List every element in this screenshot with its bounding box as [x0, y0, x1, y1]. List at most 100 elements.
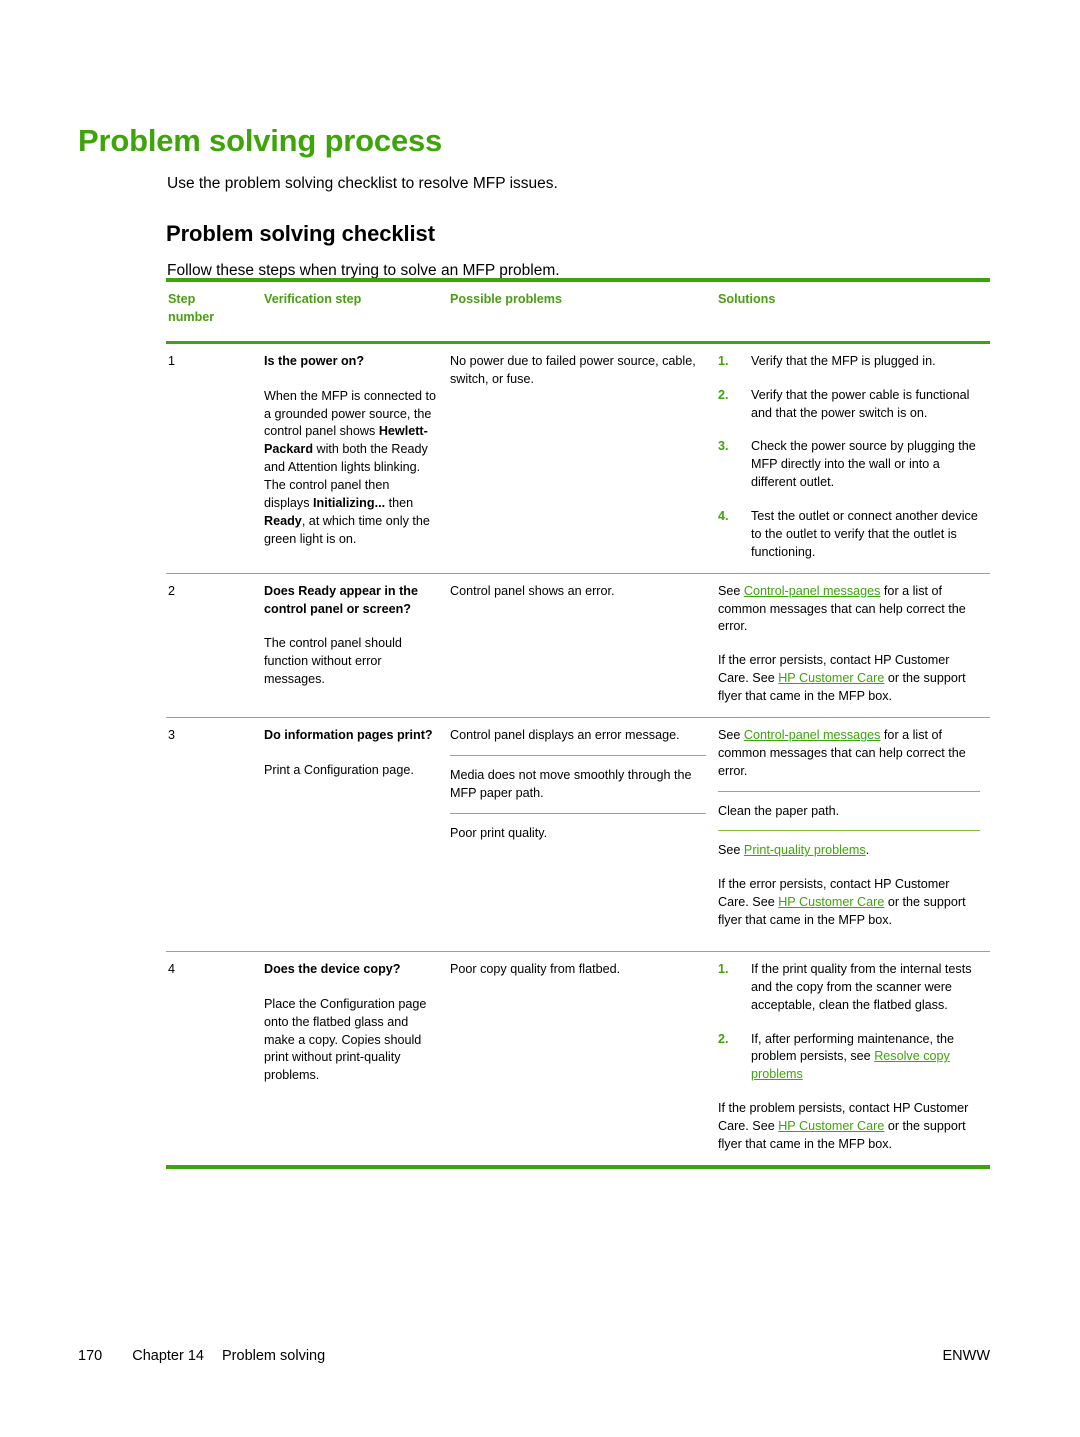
verification-question: Does Ready appear in the control panel o…	[264, 583, 418, 616]
solution-list-item: 3. Check the power source by plugging the…	[718, 438, 980, 492]
list-marker: 4.	[718, 509, 729, 523]
solution-text: .	[865, 843, 870, 858]
solution-text: Verify that the power cable is functiona…	[751, 387, 970, 420]
section-heading: Problem solving checklist	[166, 221, 435, 247]
solution-paragraph: If the error persists, contact HP Custom…	[718, 652, 980, 706]
solution-list-item: 1. Verify that the MFP is plugged in.	[718, 353, 980, 371]
verification-question: Is the power on?	[264, 353, 365, 368]
table-row: 1 Is the power on? When the MFP is connect…	[166, 342, 990, 574]
step-number: 1	[168, 353, 176, 368]
solution-paragraph: Clean the paper path.	[718, 803, 980, 821]
solution-text: See	[718, 583, 744, 598]
problem-subrow: Poor print quality.	[450, 812, 706, 853]
verification-description: Place the Configuration page onto the fl…	[264, 996, 427, 1083]
footer-chapter: Chapter 14	[132, 1348, 204, 1364]
column-header-step-line2: number	[168, 309, 215, 324]
cell-step-number: 4	[166, 951, 262, 1169]
table-row: 3 Do information pages print? Print a Conf…	[166, 717, 990, 952]
table-row: 2 Does Ready appear in the control panel …	[166, 573, 990, 718]
solution-text: Verify that the MFP is plugged in.	[751, 353, 936, 368]
column-header-step-number: Step number	[166, 277, 262, 344]
cross-reference-link[interactable]: HP Customer Care	[778, 895, 884, 909]
verification-description: When the MFP is connected to a grounded …	[264, 388, 438, 549]
cell-possible-problems: Control panel displays an error message.…	[448, 717, 716, 952]
cross-reference-link[interactable]: Print-quality problems	[744, 843, 866, 857]
solution-paragraph: If the problem persists, contact HP Cust…	[718, 1100, 980, 1154]
solution-list-item: 4. Test the outlet or connect another dev…	[718, 508, 980, 562]
cell-verification-step: Does Ready appear in the control panel o…	[262, 573, 448, 718]
problem-text: Media does not move smoothly through the…	[450, 767, 692, 800]
problem-text: No power due to failed power source, cab…	[450, 353, 696, 386]
verification-question: Does the device copy?	[264, 961, 401, 976]
step-number: 2	[168, 583, 176, 598]
column-header-step-line1: Step	[168, 292, 196, 306]
solution-list-item: 2. If, after performing maintenance, the …	[718, 1031, 980, 1085]
list-marker: 1.	[718, 961, 729, 976]
cross-reference-link[interactable]: Control-panel messages	[744, 584, 881, 598]
intro-paragraph: Use the problem solving checklist to res…	[167, 174, 558, 192]
solution-text: Check the power source by plugging the M…	[751, 439, 976, 490]
cell-possible-problems: No power due to failed power source, cab…	[448, 342, 716, 574]
solution-subrow: See Control-panel messages for a list of…	[718, 727, 980, 791]
solution-text: If the print quality from the internal t…	[751, 961, 972, 1012]
table-header: Step number Verification step Possible p…	[166, 277, 990, 344]
problem-subrow: Media does not move smoothly through the…	[450, 754, 706, 813]
problem-subrow: Control panel displays an error message.	[450, 727, 706, 755]
table-header-row: Step number Verification step Possible p…	[166, 277, 990, 344]
problem-text: Poor print quality.	[450, 825, 548, 840]
footer-page-number: 170	[78, 1348, 103, 1364]
solution-text: Clean the paper path.	[718, 803, 840, 818]
step-number: 3	[168, 727, 176, 742]
solution-text: Test the outlet or connect another devic…	[751, 509, 978, 559]
description-text: then	[385, 495, 414, 510]
solution-text: See	[718, 843, 744, 858]
table-row: 4 Does the device copy? Place the Configur…	[166, 951, 990, 1169]
page-footer: 170 Chapter 14 Problem solving ENWW	[78, 1348, 990, 1364]
cell-solutions: See Control-panel messages for a list of…	[716, 717, 990, 952]
cell-step-number: 1	[166, 342, 262, 574]
list-marker: 2.	[718, 387, 729, 402]
cross-reference-link[interactable]: Control-panel messages	[744, 728, 881, 742]
solution-paragraph: If the error persists, contact HP Custom…	[718, 876, 980, 930]
list-marker: 2.	[718, 1031, 729, 1046]
cell-verification-step: Do information pages print? Print a Confi…	[262, 717, 448, 952]
solution-trailing: If the problem persists, contact HP Cust…	[718, 1100, 980, 1154]
document-page: Problem solving process Use the problem …	[0, 0, 1080, 1437]
cell-solutions: 1. Verify that the MFP is plugged in. 2. Ve…	[716, 342, 990, 574]
solution-subrow: Clean the paper path.	[718, 790, 980, 831]
cell-verification-step: Does the device copy? Place the Configura…	[262, 951, 448, 1169]
emphasis-text: Initializing...	[313, 495, 386, 510]
column-header-verification-step: Verification step	[262, 277, 448, 344]
verification-question: Do information pages print?	[264, 727, 433, 742]
verification-description: The control panel should function withou…	[264, 636, 402, 687]
problem-text: Control panel shows an error.	[450, 583, 615, 598]
solution-list: 1. If the print quality from the internal…	[718, 961, 980, 1084]
solution-paragraph: See Control-panel messages for a list of…	[718, 583, 980, 637]
column-header-solutions: Solutions	[716, 277, 990, 344]
solution-text: See	[718, 727, 744, 742]
cell-step-number: 3	[166, 717, 262, 952]
cell-step-number: 2	[166, 573, 262, 718]
footer-left: 170 Chapter 14 Problem solving	[78, 1348, 325, 1364]
list-marker: 1.	[718, 353, 729, 368]
cell-possible-problems: Control panel shows an error.	[448, 573, 716, 718]
checklist-table-wrapper: Step number Verification step Possible p…	[166, 277, 990, 1169]
cell-possible-problems: Poor copy quality from flatbed.	[448, 951, 716, 1169]
footer-locale: ENWW	[942, 1348, 990, 1364]
solution-list: 1. Verify that the MFP is plugged in. 2. Ve…	[718, 353, 980, 562]
emphasis-text: Ready	[264, 513, 302, 528]
cross-reference-link[interactable]: HP Customer Care	[778, 671, 884, 685]
solution-list-item: 1. If the print quality from the internal…	[718, 961, 980, 1015]
step-number: 4	[168, 961, 176, 976]
verification-description: Print a Configuration page.	[264, 762, 414, 777]
problem-text: Control panel displays an error message.	[450, 727, 680, 742]
cell-verification-step: Is the power on? When the MFP is connecte…	[262, 342, 448, 574]
solution-paragraph: See Control-panel messages for a list of…	[718, 727, 980, 781]
cross-reference-link[interactable]: HP Customer Care	[778, 1119, 884, 1133]
list-marker: 3.	[718, 439, 729, 454]
solution-list-item: 2. Verify that the power cable is functio…	[718, 387, 980, 423]
problem-text: Poor copy quality from flatbed.	[450, 961, 621, 976]
column-header-possible-problems: Possible problems	[448, 277, 716, 344]
solution-subrow: See Print-quality problems. If the error …	[718, 830, 980, 940]
problem-solving-checklist-table: Step number Verification step Possible p…	[166, 277, 990, 1169]
